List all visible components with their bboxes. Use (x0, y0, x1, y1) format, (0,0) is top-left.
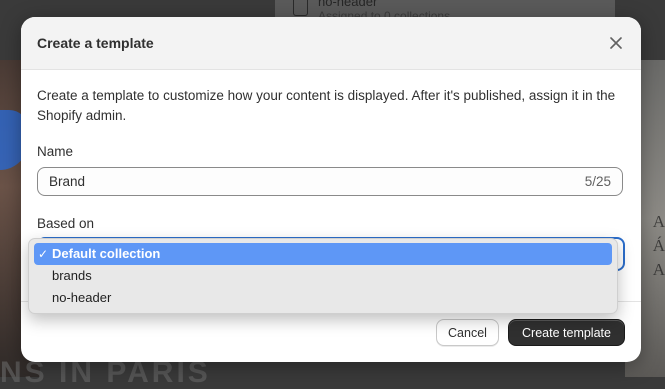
name-input-value: Brand (49, 174, 86, 189)
checkmark-icon: ✓ (38, 247, 49, 261)
dropdown-option-no-header[interactable]: no-header (34, 287, 611, 309)
modal-header: Create a template (21, 17, 641, 70)
background-card-title: no-header (318, 0, 378, 9)
create-template-button[interactable]: Create template (508, 319, 625, 346)
modal-footer: Cancel Create template (436, 319, 625, 346)
cancel-button[interactable]: Cancel (436, 319, 499, 346)
based-on-label: Based on (37, 216, 95, 231)
name-label: Name (37, 144, 74, 159)
character-count: 5/25 (584, 174, 611, 189)
close-icon (610, 37, 622, 49)
option-label: no-header (52, 290, 112, 305)
dropdown-option-default-collection[interactable]: ✓ Default collection (34, 243, 612, 265)
based-on-dropdown-list: ✓ Default collection brands no-header (28, 238, 618, 314)
modal-description: Create a template to customize how your … (37, 88, 616, 123)
background-banner-text: NS IN PARIS (0, 356, 211, 389)
dropdown-option-brands[interactable]: brands (34, 265, 611, 287)
option-label: brands (52, 268, 92, 283)
close-button[interactable] (605, 32, 627, 54)
template-layout-icon (293, 0, 308, 16)
option-label: Default collection (52, 246, 161, 261)
name-input[interactable]: Brand 5/25 (37, 167, 623, 196)
modal-title: Create a template (37, 35, 154, 51)
background-right-lettering: AÁA (652, 212, 665, 279)
